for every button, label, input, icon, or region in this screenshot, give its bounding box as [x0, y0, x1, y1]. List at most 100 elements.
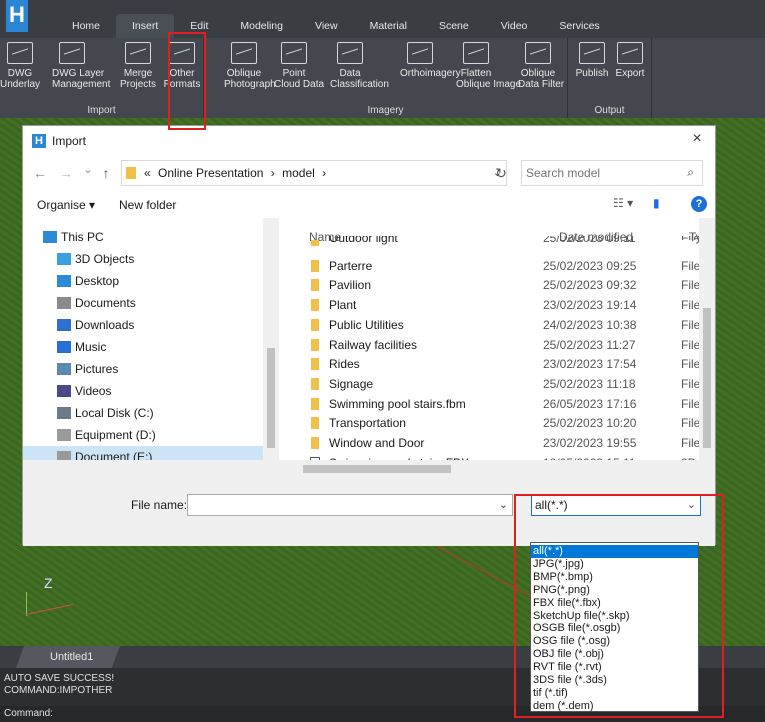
close-icon[interactable]: ×	[687, 130, 707, 148]
nav-item[interactable]: Document (E:)	[23, 446, 263, 460]
nav-item[interactable]: Music	[23, 336, 263, 358]
search-input[interactable]	[526, 165, 676, 181]
folder-icon	[311, 318, 319, 331]
ribbon-button-point-cloud-data[interactable]: Point Cloud Data	[274, 42, 324, 100]
nav-item[interactable]: 3D Objects	[23, 248, 263, 270]
nav-item[interactable]: Documents	[23, 292, 263, 314]
file-list-scrollbar[interactable]	[699, 218, 715, 460]
tab-material[interactable]: Material	[354, 14, 423, 38]
nav-item[interactable]: Equipment (D:)	[23, 424, 263, 446]
nav-scrollbar[interactable]	[263, 218, 279, 460]
chevron-down-icon[interactable]: ⌄	[499, 498, 508, 511]
view-options-icon[interactable]: ☷ ▾	[613, 196, 633, 210]
tab-services[interactable]: Services	[543, 14, 615, 38]
file-row[interactable]: Rides 23/02/2023 17:54 File fol	[299, 354, 713, 374]
file-row[interactable]: Railway facilities 25/02/2023 11:27 File f…	[299, 335, 713, 355]
drive-folder-icon	[57, 429, 71, 441]
breadcrumb-overflow[interactable]: «	[144, 166, 151, 180]
breadcrumb-item[interactable]: Online Presentation	[158, 166, 263, 180]
ribbon-button-oblique-data-filter[interactable]: Oblique Data Filter	[518, 42, 564, 100]
file-type-option[interactable]: OSG file (*.osg)	[531, 635, 698, 648]
new-folder-button[interactable]: New folder	[119, 198, 176, 212]
scrollbar-thumb[interactable]	[703, 308, 711, 448]
ribbon-icon	[231, 42, 257, 64]
file-type-option[interactable]: tif (*.tif)	[531, 687, 698, 700]
forward-arrow-icon[interactable]: →	[57, 165, 75, 181]
file-type-option[interactable]: BMP(*.bmp)	[531, 571, 698, 584]
file-row[interactable]: Signage 25/02/2023 11:18 File fol	[299, 374, 713, 394]
tab-video[interactable]: Video	[485, 14, 544, 38]
file-name: Pavilion	[329, 278, 372, 293]
ribbon-button-orthoimagery[interactable]: Orthoimagery	[400, 42, 461, 100]
drive-folder-icon	[57, 341, 71, 353]
file-name-label: File name:	[131, 498, 188, 512]
import-group-label: Import	[87, 105, 116, 116]
file-row[interactable]: Swimming pool stairs.fbm 26/05/2023 17:16…	[299, 394, 713, 414]
refresh-icon[interactable]: ↻	[487, 160, 515, 186]
file-name-input[interactable]: ⌄	[187, 494, 513, 516]
scrollbar-thumb[interactable]	[303, 465, 451, 473]
file-type-option[interactable]: OBJ file (*.obj)	[531, 648, 698, 661]
tab-scene[interactable]: Scene	[423, 14, 485, 38]
file-type-option[interactable]: RVT file (*.rvt)	[531, 661, 698, 674]
nav-item[interactable]: Videos	[23, 380, 263, 402]
nav-item[interactable]: Pictures	[23, 358, 263, 380]
nav-item[interactable]: Local Disk (C:)	[23, 402, 263, 424]
tab-insert[interactable]: Insert	[116, 14, 175, 38]
ribbon-button-export[interactable]: Export	[610, 42, 650, 100]
organise-button[interactable]: Organise ▾	[37, 198, 95, 212]
file-type-option[interactable]: SketchUp file(*.skp)	[531, 610, 698, 623]
ribbon-button-dwg-layer-management[interactable]: DWG Layer Management	[52, 42, 110, 100]
scrollbar-thumb[interactable]	[267, 348, 275, 448]
app-header: H Home Insert Edit Modeling View Material Scen…	[0, 0, 765, 118]
tab-edit[interactable]: Edit	[174, 14, 224, 38]
nav-item[interactable]: This PC	[23, 226, 263, 248]
nav-item[interactable]: Desktop	[23, 270, 263, 292]
file-type-option[interactable]: all(*.*)	[531, 545, 698, 558]
file-type-select[interactable]: all(*.*) ⌄	[531, 494, 701, 516]
chevron-down-icon[interactable]: ⌄	[687, 495, 696, 515]
ribbon-button-merge-projects[interactable]: Merge Projects	[118, 42, 158, 100]
back-arrow-icon[interactable]: ←	[31, 165, 49, 181]
ribbon-button-dwg-underlay[interactable]: DWG Underlay	[0, 42, 40, 100]
horizontal-scrollbar[interactable]	[23, 460, 715, 478]
file-date: 25/02/2023 09:25	[543, 258, 637, 273]
file-type-option[interactable]: JPG(*.jpg)	[531, 558, 698, 571]
file-row[interactable]: Outdoor light25/02/2023 09:11File fol	[299, 236, 713, 246]
ribbon-button-other-formats[interactable]: Other Formats	[162, 42, 202, 100]
doc-tab-untitled1[interactable]: Untitled1	[16, 646, 120, 668]
app-icon: H	[32, 134, 46, 148]
nav-item[interactable]: Downloads	[23, 314, 263, 336]
file-row[interactable]: Pavilion 25/02/2023 09:32 File fol	[299, 275, 713, 295]
file-row[interactable]: Window and Door 23/02/2023 19:55 File fol	[299, 433, 713, 453]
ribbon-button-flatten-oblique-image[interactable]: Flatten Oblique Image	[456, 42, 521, 100]
file-type-option[interactable]: 3DS file (*.3ds)	[531, 674, 698, 687]
recent-locations-icon[interactable]: ⌄	[79, 163, 97, 176]
ribbon-button-publish[interactable]: Publish	[572, 42, 612, 100]
file-type-option[interactable]: OSGB file(*.osgb)	[531, 622, 698, 635]
file-type-option[interactable]: FBX file(*.fbx)	[531, 597, 698, 610]
file-row[interactable]: Plant 23/02/2023 19:14 File fol	[299, 295, 713, 315]
ribbon-button-label: Publish	[575, 68, 609, 79]
tab-view[interactable]: View	[299, 14, 354, 38]
file-type-option[interactable]: PNG(*.png)	[531, 584, 698, 597]
ribbon-button-data-classification[interactable]: Data Classification	[330, 42, 389, 100]
address-bar[interactable]: « Online Presentation › model › ⌄	[121, 160, 507, 186]
up-arrow-icon[interactable]: ↑	[97, 165, 115, 181]
imagery-group-label: Imagery	[367, 105, 404, 116]
search-box[interactable]: ⌕	[521, 160, 703, 186]
help-icon[interactable]: ?	[691, 196, 707, 212]
file-row[interactable]: Transportation 25/02/2023 10:20 File fol	[299, 413, 713, 433]
breadcrumb-item[interactable]: model	[282, 166, 315, 180]
ribbon-button-label: Photograph	[224, 79, 276, 90]
file-row[interactable]: Parterre 25/02/2023 09:25 File fol	[299, 256, 713, 276]
tab-modeling[interactable]: Modeling	[224, 14, 299, 38]
file-row[interactable]: Public Utilities 24/02/2023 10:38 File fol	[299, 315, 713, 335]
preview-pane-icon[interactable]: ▮	[653, 196, 660, 210]
file-row[interactable]: Swimming pool stairs.FBX 18/05/2023 15:11…	[299, 453, 713, 460]
nav-item-label: Local Disk (C:)	[75, 406, 154, 420]
tab-home[interactable]: Home	[56, 14, 116, 38]
file-type-option[interactable]: dem (*.dem)	[531, 700, 698, 713]
ribbon-button-oblique-photograph[interactable]: Oblique Photograph	[224, 42, 276, 100]
ribbon-button-label: Point	[282, 68, 306, 79]
